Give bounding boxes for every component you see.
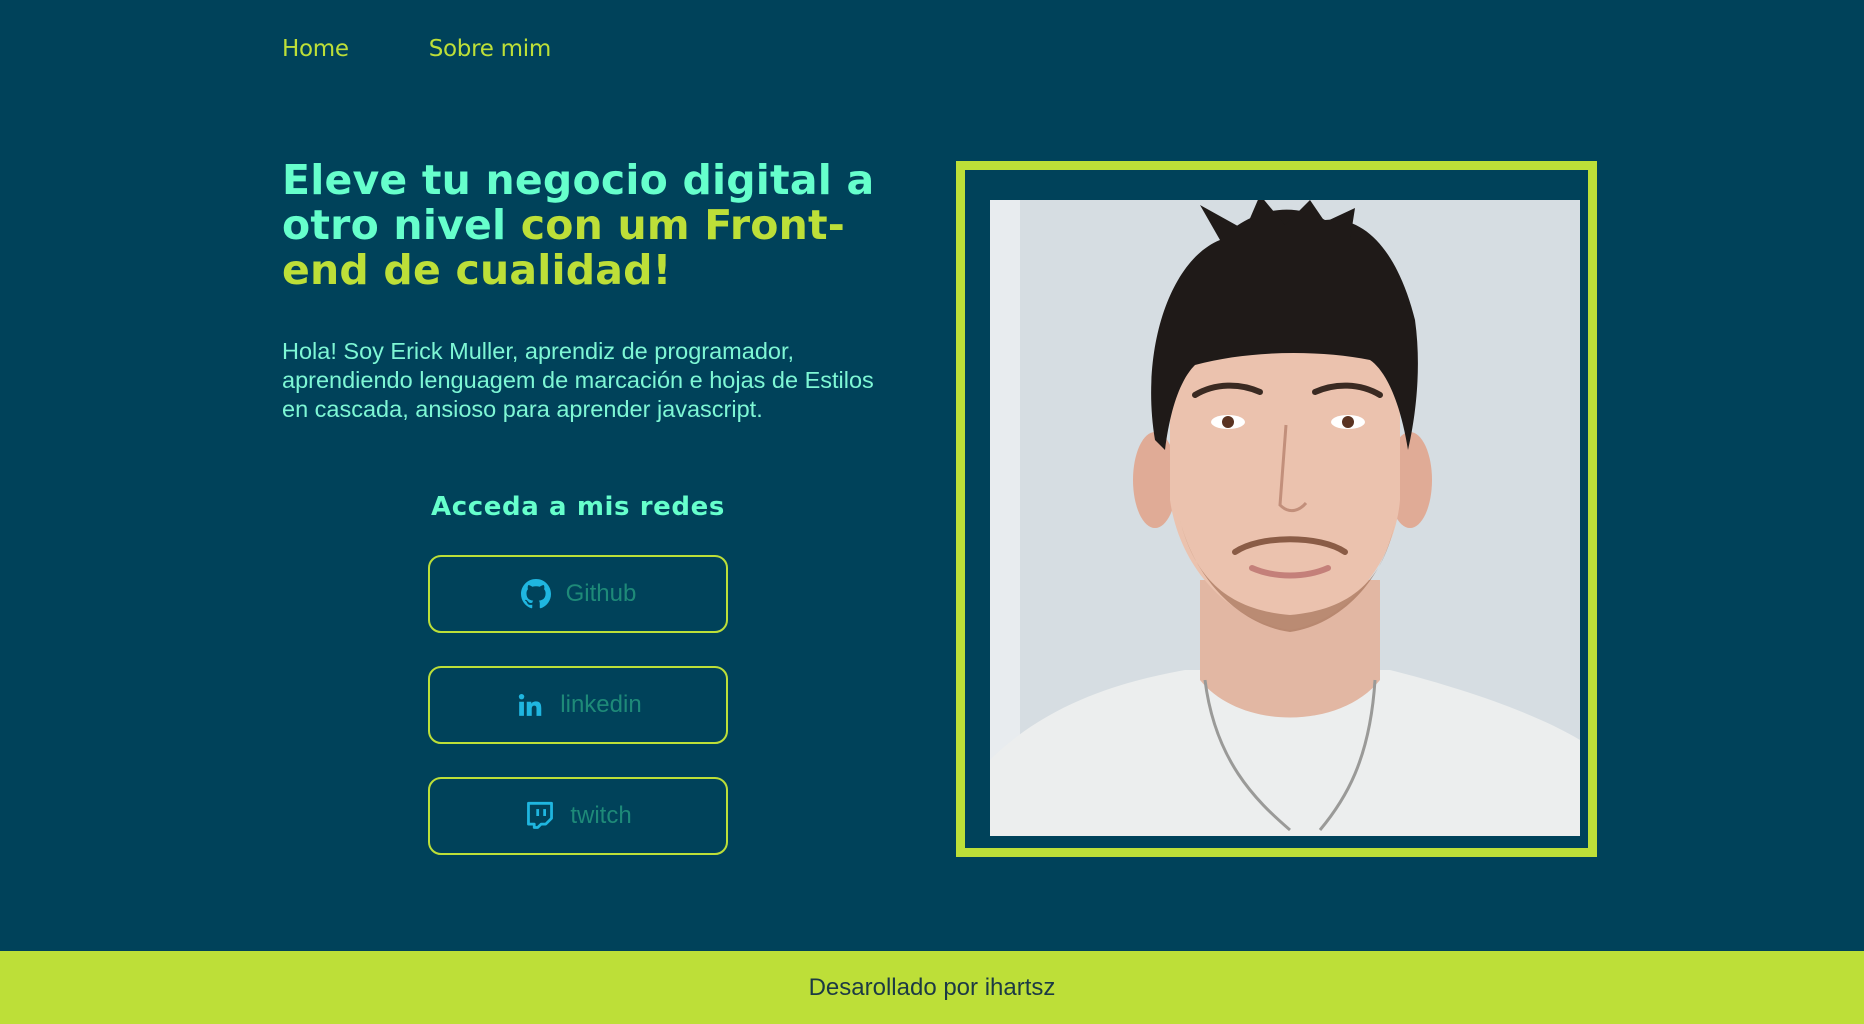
social-section-title: Acceda a mis redes <box>431 492 725 522</box>
profile-photo-frame <box>956 161 1597 857</box>
twitch-button[interactable]: twitch <box>428 777 728 855</box>
footer: Desarollado por ihartsz <box>0 951 1864 1024</box>
twitch-icon <box>524 800 556 832</box>
github-button[interactable]: Github <box>428 555 728 633</box>
hero-description: Hola! Soy Erick Muller, aprendiz de prog… <box>282 338 874 422</box>
twitch-button-label: twitch <box>570 802 632 829</box>
top-nav: Home Sobre mim <box>282 36 551 62</box>
page: Home Sobre mim Eleve tu negocio digital … <box>0 0 1864 1024</box>
github-icon <box>520 578 552 610</box>
footer-credit: Desarollado por ihartsz <box>808 973 1056 1001</box>
github-button-label: Github <box>565 580 637 607</box>
profile-photo <box>990 200 1580 836</box>
linkedin-button[interactable]: linkedin <box>428 666 728 744</box>
linkedin-icon <box>514 689 546 721</box>
linkedin-button-label: linkedin <box>560 691 642 718</box>
hero-title: Eleve tu negocio digital a otro nivel co… <box>282 158 902 293</box>
nav-link-sobre-mim[interactable]: Sobre mim <box>429 36 551 62</box>
nav-link-home[interactable]: Home <box>282 36 349 62</box>
